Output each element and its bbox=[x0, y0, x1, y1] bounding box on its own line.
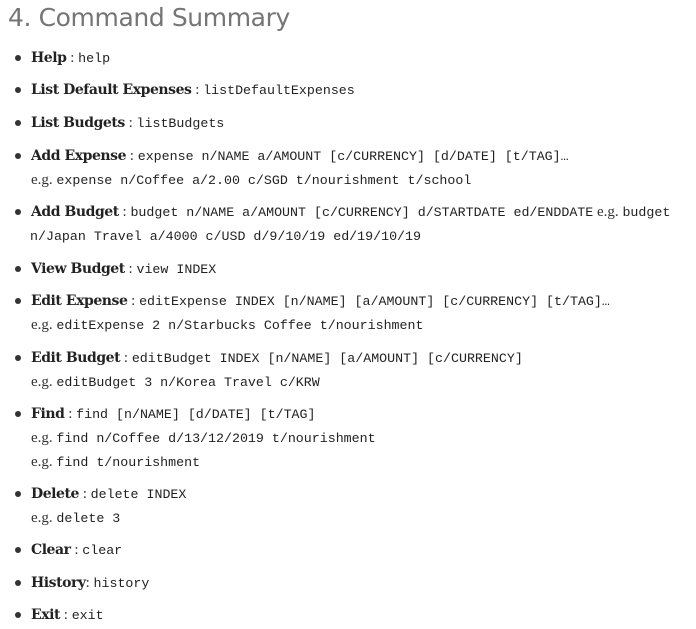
bullet-icon bbox=[15, 580, 21, 586]
command-line: Add Budget : budget n/NAME a/AMOUNT [c/C… bbox=[31, 202, 670, 222]
command-label: Clear bbox=[31, 542, 71, 558]
command-label: Add Expense bbox=[31, 148, 127, 164]
bullet-icon bbox=[15, 153, 21, 159]
example-code: find t/nourishment bbox=[56, 455, 201, 470]
example-code: editExpense 2 n/Starbucks Coffee t/nouri… bbox=[56, 318, 424, 333]
command-separator: : bbox=[124, 261, 137, 277]
command-line: History: history bbox=[31, 573, 149, 593]
bullet-icon bbox=[15, 411, 21, 417]
command-separator: : bbox=[118, 204, 131, 220]
command-label: Exit bbox=[31, 607, 61, 623]
command-separator: : bbox=[126, 148, 138, 164]
command-separator: : bbox=[64, 406, 77, 422]
command-syntax: budget n/NAME a/AMOUNT [c/CURRENCY] d/ST… bbox=[130, 205, 594, 220]
command-line: Edit Budget : editBudget INDEX [n/NAME] … bbox=[31, 348, 523, 368]
command-example: e.g. editBudget 3 n/Korea Travel c/KRW bbox=[31, 372, 320, 392]
example-code: editBudget 3 n/Korea Travel c/KRW bbox=[56, 375, 320, 390]
command-label: View Budget bbox=[31, 261, 125, 277]
example-prefix: e.g. bbox=[31, 317, 57, 333]
example-prefix: e.g. bbox=[593, 204, 623, 220]
command-line: View Budget : view INDEX bbox=[31, 259, 216, 279]
example-prefix: e.g. bbox=[31, 172, 57, 188]
command-syntax: expense n/NAME a/AMOUNT [c/CURRENCY] [d/… bbox=[137, 149, 569, 164]
command-syntax: listBudgets bbox=[136, 116, 225, 131]
example-code: n/Japan Travel a/4000 c/USD d/9/10/19 ed… bbox=[30, 229, 421, 244]
command-label: Add Budget bbox=[31, 204, 119, 220]
command-label: List Default Expenses bbox=[31, 82, 192, 98]
command-line: List Default Expenses : listDefaultExpen… bbox=[31, 80, 355, 100]
command-example: e.g. find n/Coffee d/13/12/2019 t/nouris… bbox=[31, 428, 376, 448]
command-label: Help bbox=[31, 50, 67, 66]
command-label: Delete bbox=[31, 486, 79, 502]
command-syntax: clear bbox=[82, 543, 123, 558]
example-prefix: e.g. bbox=[31, 510, 57, 526]
example-code: delete 3 bbox=[56, 511, 121, 526]
page-title: 4. Command Summary bbox=[8, 3, 290, 32]
command-syntax: view INDEX bbox=[136, 262, 217, 277]
command-label: History bbox=[31, 575, 86, 591]
bullet-icon bbox=[15, 298, 21, 304]
command-line: Find : find [n/NAME] [d/DATE] [t/TAG] bbox=[31, 404, 316, 424]
command-syntax: exit bbox=[71, 608, 104, 623]
command-line: Help : help bbox=[31, 48, 110, 68]
command-separator: : bbox=[127, 293, 140, 309]
example-code: expense n/Coffee a/2.00 c/SGD t/nourishm… bbox=[56, 173, 472, 188]
command-syntax: history bbox=[93, 576, 150, 591]
command-label: Edit Budget bbox=[31, 350, 121, 366]
command-line: Clear : clear bbox=[31, 540, 122, 560]
bullet-icon bbox=[15, 612, 21, 618]
command-line: Exit : exit bbox=[31, 605, 104, 625]
example-code: find n/Coffee d/13/12/2019 t/nourishment bbox=[56, 431, 376, 446]
bullet-icon bbox=[15, 355, 21, 361]
command-syntax: find [n/NAME] [d/DATE] [t/TAG] bbox=[76, 407, 316, 422]
command-syntax: delete INDEX bbox=[90, 487, 187, 502]
command-line: Edit Expense : editExpense INDEX [n/NAME… bbox=[31, 291, 610, 311]
command-separator: : bbox=[60, 607, 72, 623]
command-syntax: listDefaultExpenses bbox=[203, 83, 355, 98]
bullet-icon bbox=[15, 87, 21, 93]
command-label: List Budgets bbox=[31, 115, 125, 131]
command-line: Delete : delete INDEX bbox=[31, 484, 186, 504]
bullet-icon bbox=[15, 547, 21, 553]
command-syntax: help bbox=[78, 51, 111, 66]
command-syntax: editExpense INDEX [n/NAME] [a/AMOUNT] [c… bbox=[139, 294, 610, 309]
command-separator: : bbox=[70, 542, 83, 558]
command-label: Edit Expense bbox=[31, 293, 128, 309]
command-example: e.g. editExpense 2 n/Starbucks Coffee t/… bbox=[31, 315, 423, 335]
command-separator: : bbox=[85, 575, 94, 591]
bullet-icon bbox=[15, 266, 21, 272]
command-label: Find bbox=[31, 406, 65, 422]
example-prefix: e.g. bbox=[31, 454, 57, 470]
bullet-icon bbox=[15, 120, 21, 126]
example-prefix: e.g. bbox=[31, 374, 57, 390]
command-separator: : bbox=[66, 50, 79, 66]
example-prefix: e.g. bbox=[31, 430, 57, 446]
bullet-icon bbox=[15, 491, 21, 497]
command-separator: : bbox=[78, 486, 91, 502]
command-example: e.g. delete 3 bbox=[31, 508, 120, 528]
command-example: e.g. expense n/Coffee a/2.00 c/SGD t/nou… bbox=[31, 170, 471, 190]
command-separator: : bbox=[191, 82, 204, 98]
command-separator: : bbox=[124, 115, 137, 131]
bullet-icon bbox=[15, 55, 21, 61]
example-code: budget bbox=[622, 205, 671, 220]
bullet-icon bbox=[15, 209, 21, 215]
command-line: Add Expense : expense n/NAME a/AMOUNT [c… bbox=[31, 146, 569, 166]
command-example: e.g. find t/nourishment bbox=[31, 452, 200, 472]
command-line: List Budgets : listBudgets bbox=[31, 113, 224, 133]
command-example: n/Japan Travel a/4000 c/USD d/9/10/19 ed… bbox=[30, 226, 421, 246]
command-syntax: editBudget INDEX [n/NAME] [a/AMOUNT] [c/… bbox=[131, 351, 523, 366]
command-separator: : bbox=[120, 350, 132, 366]
